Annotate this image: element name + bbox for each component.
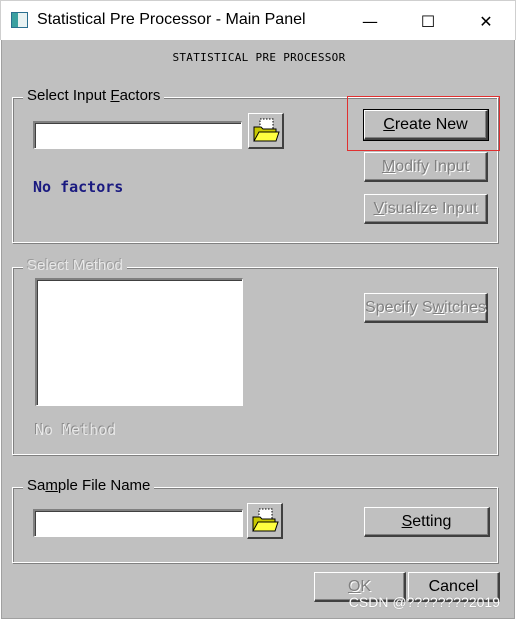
- app-icon: [11, 12, 28, 28]
- open-folder-icon: [251, 508, 279, 531]
- open-folder-icon: [252, 118, 280, 141]
- window-title: Statistical Pre Processor - Main Panel: [37, 11, 306, 28]
- visualize-input-button[interactable]: Visualize Input: [364, 194, 488, 224]
- panel-header: STATISTICAL PRE PROCESSOR: [172, 51, 346, 64]
- specify-switches-button[interactable]: Specify Sw itches: [364, 293, 488, 323]
- method-legend: Select Method: [23, 257, 127, 274]
- title-bar[interactable]: Statistical Pre Processor - Main Panel —…: [0, 0, 516, 40]
- factors-status: No factors: [33, 178, 124, 196]
- minimize-button[interactable]: —: [341, 1, 399, 41]
- setting-button[interactable]: Setting: [364, 507, 490, 537]
- highlight-box: [347, 96, 500, 151]
- sample-file-field[interactable]: [33, 509, 243, 537]
- method-list[interactable]: [35, 278, 243, 406]
- watermark: CSDN @????????2019: [348, 594, 500, 610]
- input-factors-browse-button[interactable]: [248, 113, 284, 149]
- method-status: No Method: [35, 421, 117, 439]
- input-factors-legend: Select Input Factors: [23, 87, 165, 104]
- close-button[interactable]: ✕: [457, 1, 515, 41]
- modify-input-button[interactable]: Modify Input: [364, 152, 488, 182]
- maximize-button[interactable]: ☐: [399, 1, 457, 41]
- sample-file-browse-button[interactable]: [247, 503, 283, 539]
- main-panel: STATISTICAL PRE PROCESSOR Select Input F…: [1, 40, 515, 619]
- sample-file-legend: Sample File Name: [23, 477, 155, 494]
- input-factors-field[interactable]: [33, 121, 242, 149]
